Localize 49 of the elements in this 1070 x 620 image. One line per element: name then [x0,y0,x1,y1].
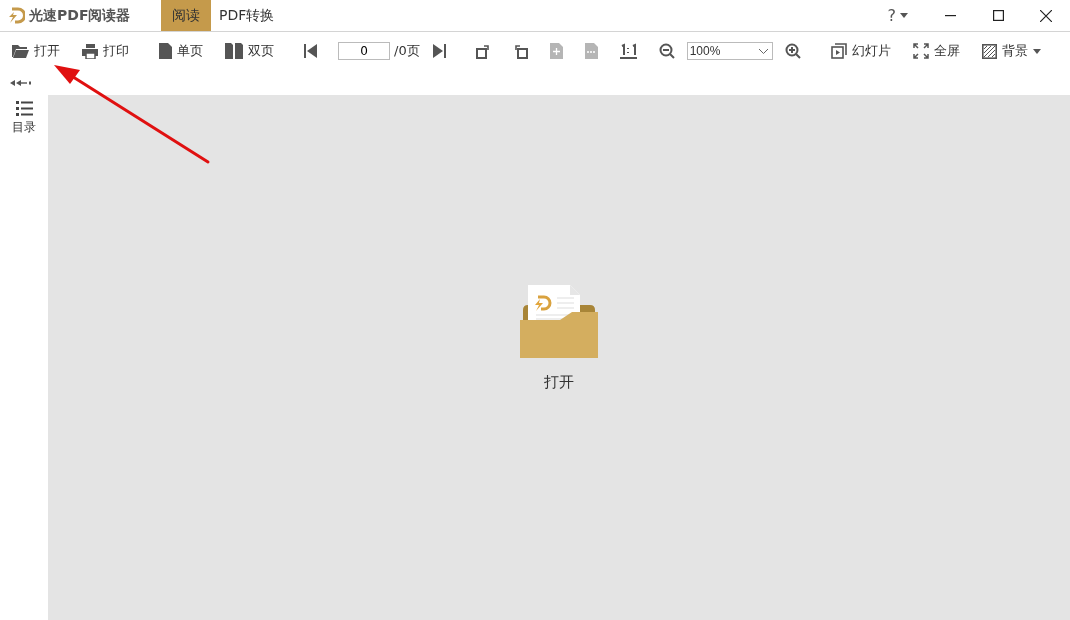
fullscreen-icon [912,43,929,59]
double-page-button[interactable]: 双页 [225,42,274,60]
rotate-left-icon [512,43,528,59]
background-icon [981,43,997,59]
caret-icon [1032,48,1041,54]
page-number-field[interactable]: 0 [338,42,390,60]
rotate-right-button[interactable] [475,43,491,59]
zoom-out-button[interactable] [658,43,675,59]
rotate-left-button[interactable] [512,43,528,59]
list-icon [15,101,33,116]
zoom-out-icon [658,43,675,59]
fullscreen-button[interactable]: 全屏 [912,42,960,60]
app-title: 光速PDF阅读器 [29,6,131,25]
actual-size-button[interactable] [619,43,637,59]
open-button[interactable]: 打开 [12,42,60,60]
collapse-icon [10,79,32,86]
zoom-in-icon [784,43,801,59]
rotate-right-icon [475,43,491,59]
zoom-in-button[interactable] [784,43,801,59]
first-page-icon [304,44,318,58]
single-page-button[interactable]: 单页 [159,42,203,60]
page-icon [159,43,172,59]
page-count: /0页 [394,42,420,60]
open-file-button[interactable]: 打开 [519,283,599,392]
slideshow-icon [830,43,847,59]
chevron-down-icon [758,48,768,54]
logo-icon [8,7,25,24]
minimize-icon [944,14,956,17]
last-page-icon [431,44,446,58]
last-page-button[interactable] [431,44,446,58]
printer-icon [82,43,98,59]
folder-icon [12,44,29,58]
tab[interactable]: 阅读 [161,0,211,31]
print-button[interactable]: 打印 [82,42,129,60]
two-pages-icon [225,43,243,59]
help-button[interactable]: ? [881,0,914,31]
folder-document-icon [519,283,599,359]
maximize-icon [992,10,1004,21]
contents-button[interactable]: 目录 [12,101,36,136]
zoom-select[interactable]: 100% [686,42,773,60]
first-page-button[interactable] [304,44,318,58]
close-icon [1040,9,1052,22]
background-button[interactable]: 背景 [981,42,1041,60]
fit-page-icon [549,43,563,59]
fit-width-icon [584,43,598,59]
slideshow-button[interactable]: 幻灯片 [830,42,891,60]
caret-icon [900,13,908,18]
actual-size-icon [619,43,637,59]
tab[interactable]: PDF转换 [211,0,283,31]
